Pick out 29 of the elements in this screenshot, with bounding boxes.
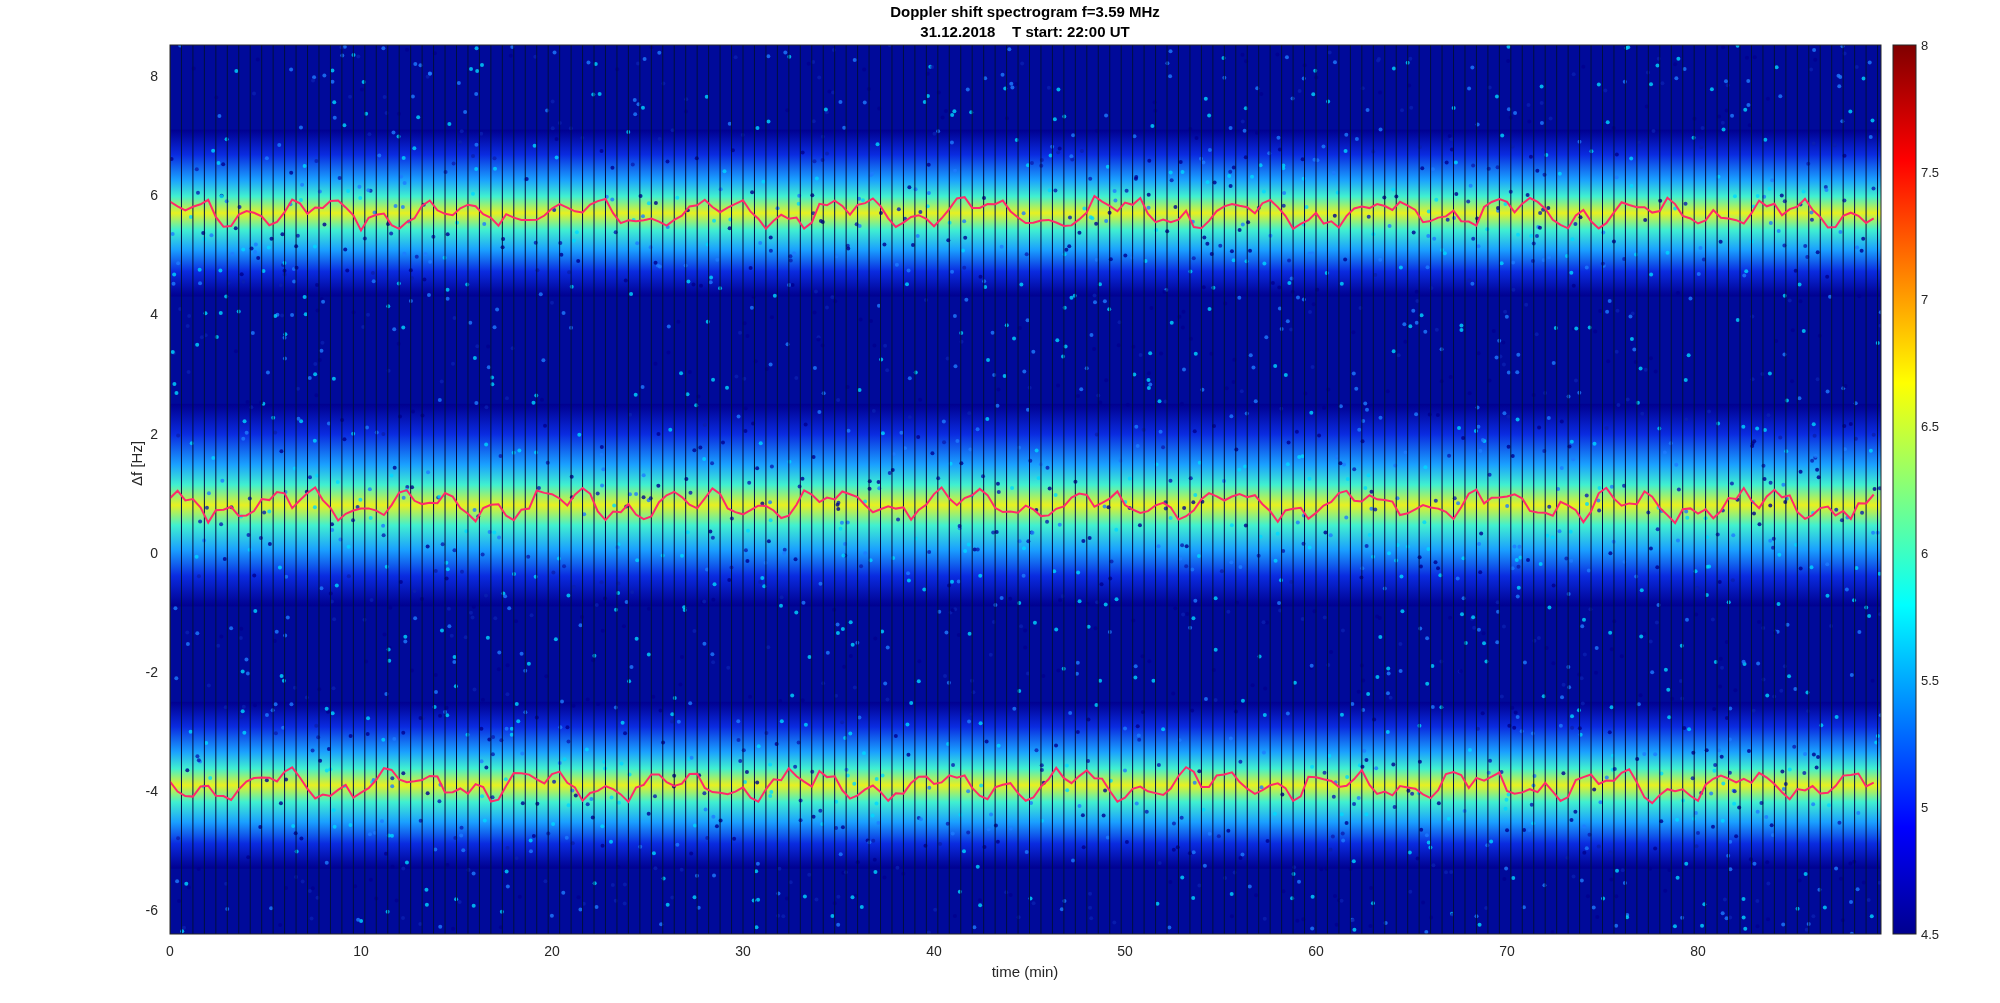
colorbar-tick-label: 4.5 (1921, 927, 1940, 942)
colorbar-tick-label: 8 (1921, 38, 1929, 53)
x-axis-label: time (min) (991, 963, 1059, 980)
x-tick-label: 20 (544, 943, 560, 959)
y-tick-label: -4 (145, 783, 158, 800)
x-tick-label: 70 (1499, 943, 1515, 959)
y-tick-label: 8 (150, 68, 158, 84)
x-tick-label: 80 (1690, 943, 1706, 959)
x-tick-label: 40 (926, 943, 942, 959)
x-tick-label: 60 (1308, 943, 1324, 959)
y-axis-label: Δf [Hz] (128, 440, 145, 486)
colorbar-tick-label: 6 (1921, 546, 1929, 561)
colorbar-tick-label: 7 (1921, 292, 1929, 307)
x-tick-label: 10 (353, 943, 369, 959)
chart-title: Doppler shift spectrogram f=3.59 MHz (890, 3, 1160, 20)
y-tick-label: 2 (150, 425, 158, 442)
colorbar-tick-label: 6.5 (1921, 419, 1940, 434)
x-tick-label: 50 (1117, 943, 1133, 959)
y-tick-label: 0 (150, 544, 158, 561)
x-tick-label: 30 (735, 943, 751, 959)
x-tick-label: 0 (166, 943, 174, 959)
chart-subtitle: 31.12.2018 T start: 22:00 UT (920, 23, 1130, 40)
y-tick-label: 6 (150, 187, 158, 204)
y-tick-label: -2 (145, 664, 158, 680)
colorbar-tick-label: 5.5 (1921, 673, 1940, 688)
y-tick-label: -6 (145, 902, 158, 919)
colorbar-tick-label: 7.5 (1921, 165, 1940, 180)
colorbar-tick-label: 5 (1921, 800, 1929, 815)
y-tick-label: 4 (150, 306, 158, 323)
